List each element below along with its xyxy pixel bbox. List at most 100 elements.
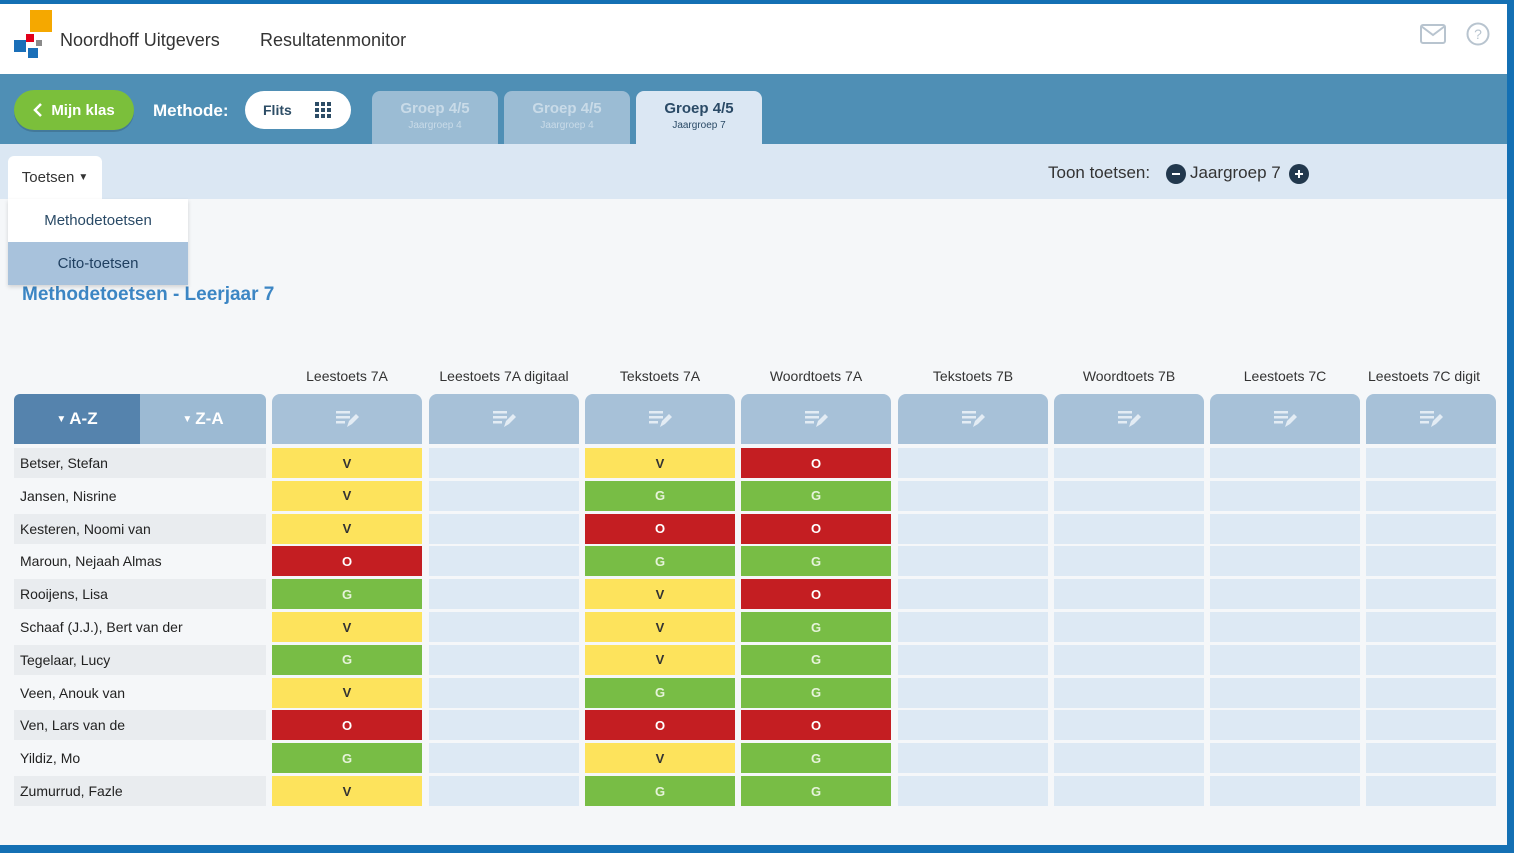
score-cell[interactable]: G [741,776,891,806]
empty-score-cell[interactable] [898,579,1048,610]
empty-score-cell[interactable] [429,776,579,806]
score-cell[interactable]: V [272,448,422,478]
score-cell[interactable]: O [741,710,891,741]
empty-score-cell[interactable] [429,644,579,675]
empty-score-cell[interactable] [898,710,1048,741]
empty-score-cell[interactable] [429,448,579,478]
empty-score-cell[interactable] [429,612,579,642]
score-cell[interactable]: V [585,644,735,675]
score-cell[interactable]: V [272,776,422,806]
student-name[interactable]: Veen, Anouk van [14,677,266,708]
student-name[interactable]: Tegelaar, Lucy [14,644,266,675]
empty-score-cell[interactable] [429,743,579,774]
tab-groep-2[interactable]: Groep 4/5 Jaargroep 4 [504,91,630,144]
score-cell[interactable]: G [741,644,891,675]
score-cell[interactable]: V [272,677,422,708]
score-cell[interactable]: G [741,743,891,774]
empty-score-cell[interactable] [1366,776,1496,806]
empty-score-cell[interactable] [1366,644,1496,675]
empty-score-cell[interactable] [898,776,1048,806]
student-name[interactable]: Yildiz, Mo [14,743,266,774]
column-edit-button[interactable] [429,394,579,444]
empty-score-cell[interactable] [1366,448,1496,478]
empty-score-cell[interactable] [1366,710,1496,741]
my-class-button[interactable]: Mijn klas [14,90,134,130]
help-icon[interactable]: ? [1466,22,1490,46]
empty-score-cell[interactable] [1054,480,1204,511]
score-cell[interactable]: G [272,644,422,675]
column-edit-button[interactable] [898,394,1048,444]
student-name[interactable]: Maroun, Nejaah Almas [14,546,266,577]
column-edit-button[interactable] [741,394,891,444]
student-name[interactable]: Ven, Lars van de [14,710,266,741]
score-cell[interactable]: G [741,546,891,577]
empty-score-cell[interactable] [429,480,579,511]
previous-year-button[interactable] [1166,164,1186,184]
sort-za-button[interactable]: ▼ Z-A [140,394,266,444]
sort-az-button[interactable]: ▼ A-Z [14,394,140,444]
empty-score-cell[interactable] [1210,513,1360,544]
empty-score-cell[interactable] [898,546,1048,577]
empty-score-cell[interactable] [1366,546,1496,577]
empty-score-cell[interactable] [1210,612,1360,642]
score-cell[interactable]: G [585,546,735,577]
empty-score-cell[interactable] [1054,513,1204,544]
score-cell[interactable]: O [741,513,891,544]
student-name[interactable]: Jansen, Nisrine [14,480,266,511]
score-cell[interactable]: G [741,480,891,511]
empty-score-cell[interactable] [1366,743,1496,774]
score-cell[interactable]: O [741,448,891,478]
next-year-button[interactable] [1289,164,1309,184]
score-cell[interactable]: O [272,710,422,741]
empty-score-cell[interactable] [1054,743,1204,774]
column-edit-button[interactable] [272,394,422,444]
empty-score-cell[interactable] [1054,448,1204,478]
empty-score-cell[interactable] [1054,546,1204,577]
empty-score-cell[interactable] [429,546,579,577]
empty-score-cell[interactable] [429,710,579,741]
empty-score-cell[interactable] [1210,710,1360,741]
empty-score-cell[interactable] [1210,776,1360,806]
score-cell[interactable]: V [272,480,422,511]
empty-score-cell[interactable] [1366,579,1496,610]
score-cell[interactable]: O [585,513,735,544]
empty-score-cell[interactable] [898,612,1048,642]
empty-score-cell[interactable] [1366,480,1496,511]
empty-score-cell[interactable] [1366,677,1496,708]
student-name[interactable]: Rooijens, Lisa [14,579,266,610]
score-cell[interactable]: G [585,480,735,511]
column-edit-button[interactable] [585,394,735,444]
score-cell[interactable]: V [272,612,422,642]
empty-score-cell[interactable] [1210,546,1360,577]
toetsen-dropdown-button[interactable]: Toetsen ▼ [8,156,102,199]
empty-score-cell[interactable] [898,513,1048,544]
menu-item-methodetoetsen[interactable]: Methodetoetsen [8,199,188,242]
empty-score-cell[interactable] [898,480,1048,511]
score-cell[interactable]: G [272,579,422,610]
score-cell[interactable]: O [585,710,735,741]
student-name[interactable]: Betser, Stefan [14,448,266,478]
tab-groep-3-active[interactable]: Groep 4/5 Jaargroep 7 [636,91,762,144]
score-cell[interactable]: G [741,677,891,708]
empty-score-cell[interactable] [898,644,1048,675]
score-cell[interactable]: O [741,579,891,610]
student-name[interactable]: Zumurrud, Fazle [14,776,266,806]
empty-score-cell[interactable] [1054,776,1204,806]
empty-score-cell[interactable] [1210,644,1360,675]
student-name[interactable]: Schaaf (J.J.), Bert van der [14,612,266,642]
mail-icon[interactable] [1420,24,1446,44]
score-cell[interactable]: V [585,743,735,774]
empty-score-cell[interactable] [898,448,1048,478]
score-cell[interactable]: V [272,513,422,544]
methode-selector[interactable]: Flits [245,91,351,129]
score-cell[interactable]: G [272,743,422,774]
score-cell[interactable]: O [272,546,422,577]
score-cell[interactable]: G [585,776,735,806]
empty-score-cell[interactable] [1054,579,1204,610]
empty-score-cell[interactable] [1210,480,1360,511]
empty-score-cell[interactable] [1054,612,1204,642]
column-edit-button[interactable] [1054,394,1204,444]
empty-score-cell[interactable] [429,513,579,544]
score-cell[interactable]: G [585,677,735,708]
empty-score-cell[interactable] [898,677,1048,708]
